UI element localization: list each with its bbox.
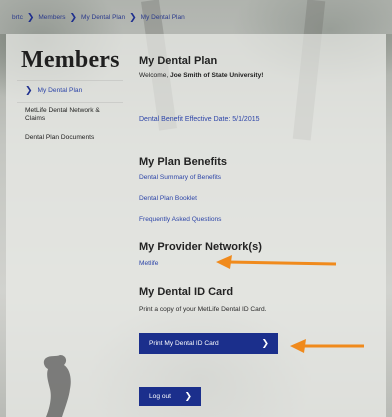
silhouette-figure-icon — [43, 355, 71, 417]
welcome-message: Welcome, Joe Smith of State University! — [139, 72, 263, 79]
metlife-link[interactable]: Metlife — [139, 260, 158, 267]
id-card-heading: My Dental ID Card — [139, 286, 234, 298]
logout-label: Log out — [149, 393, 171, 400]
sidebar-item-metlife-network-claims[interactable]: MetLife Dental Network & Claims — [17, 102, 123, 127]
chevron-right-icon: ❯ — [25, 85, 33, 95]
welcome-name: Joe Smith of State University! — [170, 72, 264, 79]
faq-link[interactable]: Frequently Asked Questions — [139, 216, 221, 223]
breadcrumb: brtc ❯ Members ❯ My Dental Plan ❯ My Den… — [0, 0, 392, 34]
chevron-right-icon: ❯ — [129, 11, 137, 22]
welcome-prefix: Welcome, — [139, 72, 169, 79]
page-title: My Dental Plan — [139, 55, 218, 67]
effective-date: Dental Benefit Effective Date: 5/1/2015 — [139, 116, 260, 123]
sidebar-item-my-dental-plan[interactable]: ❯ My Dental Plan — [17, 80, 123, 100]
chevron-right-icon: ❯ — [184, 391, 192, 401]
breadcrumb-home[interactable]: brtc — [12, 14, 23, 21]
annotation-arrow-icon — [216, 255, 337, 269]
plan-benefits-heading: My Plan Benefits — [139, 156, 228, 168]
id-card-description: Print a copy of your MetLife Dental ID C… — [139, 306, 267, 313]
dental-plan-booklet-link[interactable]: Dental Plan Booklet — [139, 195, 197, 202]
breadcrumb-my-dental-plan[interactable]: My Dental Plan — [81, 14, 125, 21]
print-id-card-label: Print My Dental ID Card — [149, 340, 219, 347]
sidebar-item-plan-documents[interactable]: Dental Plan Documents — [17, 130, 123, 146]
chevron-right-icon: ❯ — [261, 338, 269, 348]
print-id-card-button[interactable]: Print My Dental ID Card ❯ — [139, 333, 278, 354]
breadcrumb-current: My Dental Plan — [140, 13, 185, 21]
sidebar-title: Members — [21, 47, 120, 73]
sidebar-nav: ❯ My Dental Plan MetLife Dental Network … — [17, 80, 123, 146]
sidebar-item-label: My Dental Plan — [37, 86, 83, 94]
sidebar-item-label: MetLife Dental Network & Claims — [25, 107, 100, 123]
chevron-right-icon: ❯ — [26, 11, 35, 22]
sidebar-item-label: Dental Plan Documents — [25, 133, 95, 141]
dental-summary-link[interactable]: Dental Summary of Benefits — [139, 174, 221, 181]
logout-button[interactable]: Log out ❯ — [139, 387, 201, 406]
annotation-arrow-icon — [290, 339, 364, 353]
breadcrumb-members[interactable]: Members — [38, 14, 65, 21]
chevron-right-icon: ❯ — [69, 11, 78, 22]
